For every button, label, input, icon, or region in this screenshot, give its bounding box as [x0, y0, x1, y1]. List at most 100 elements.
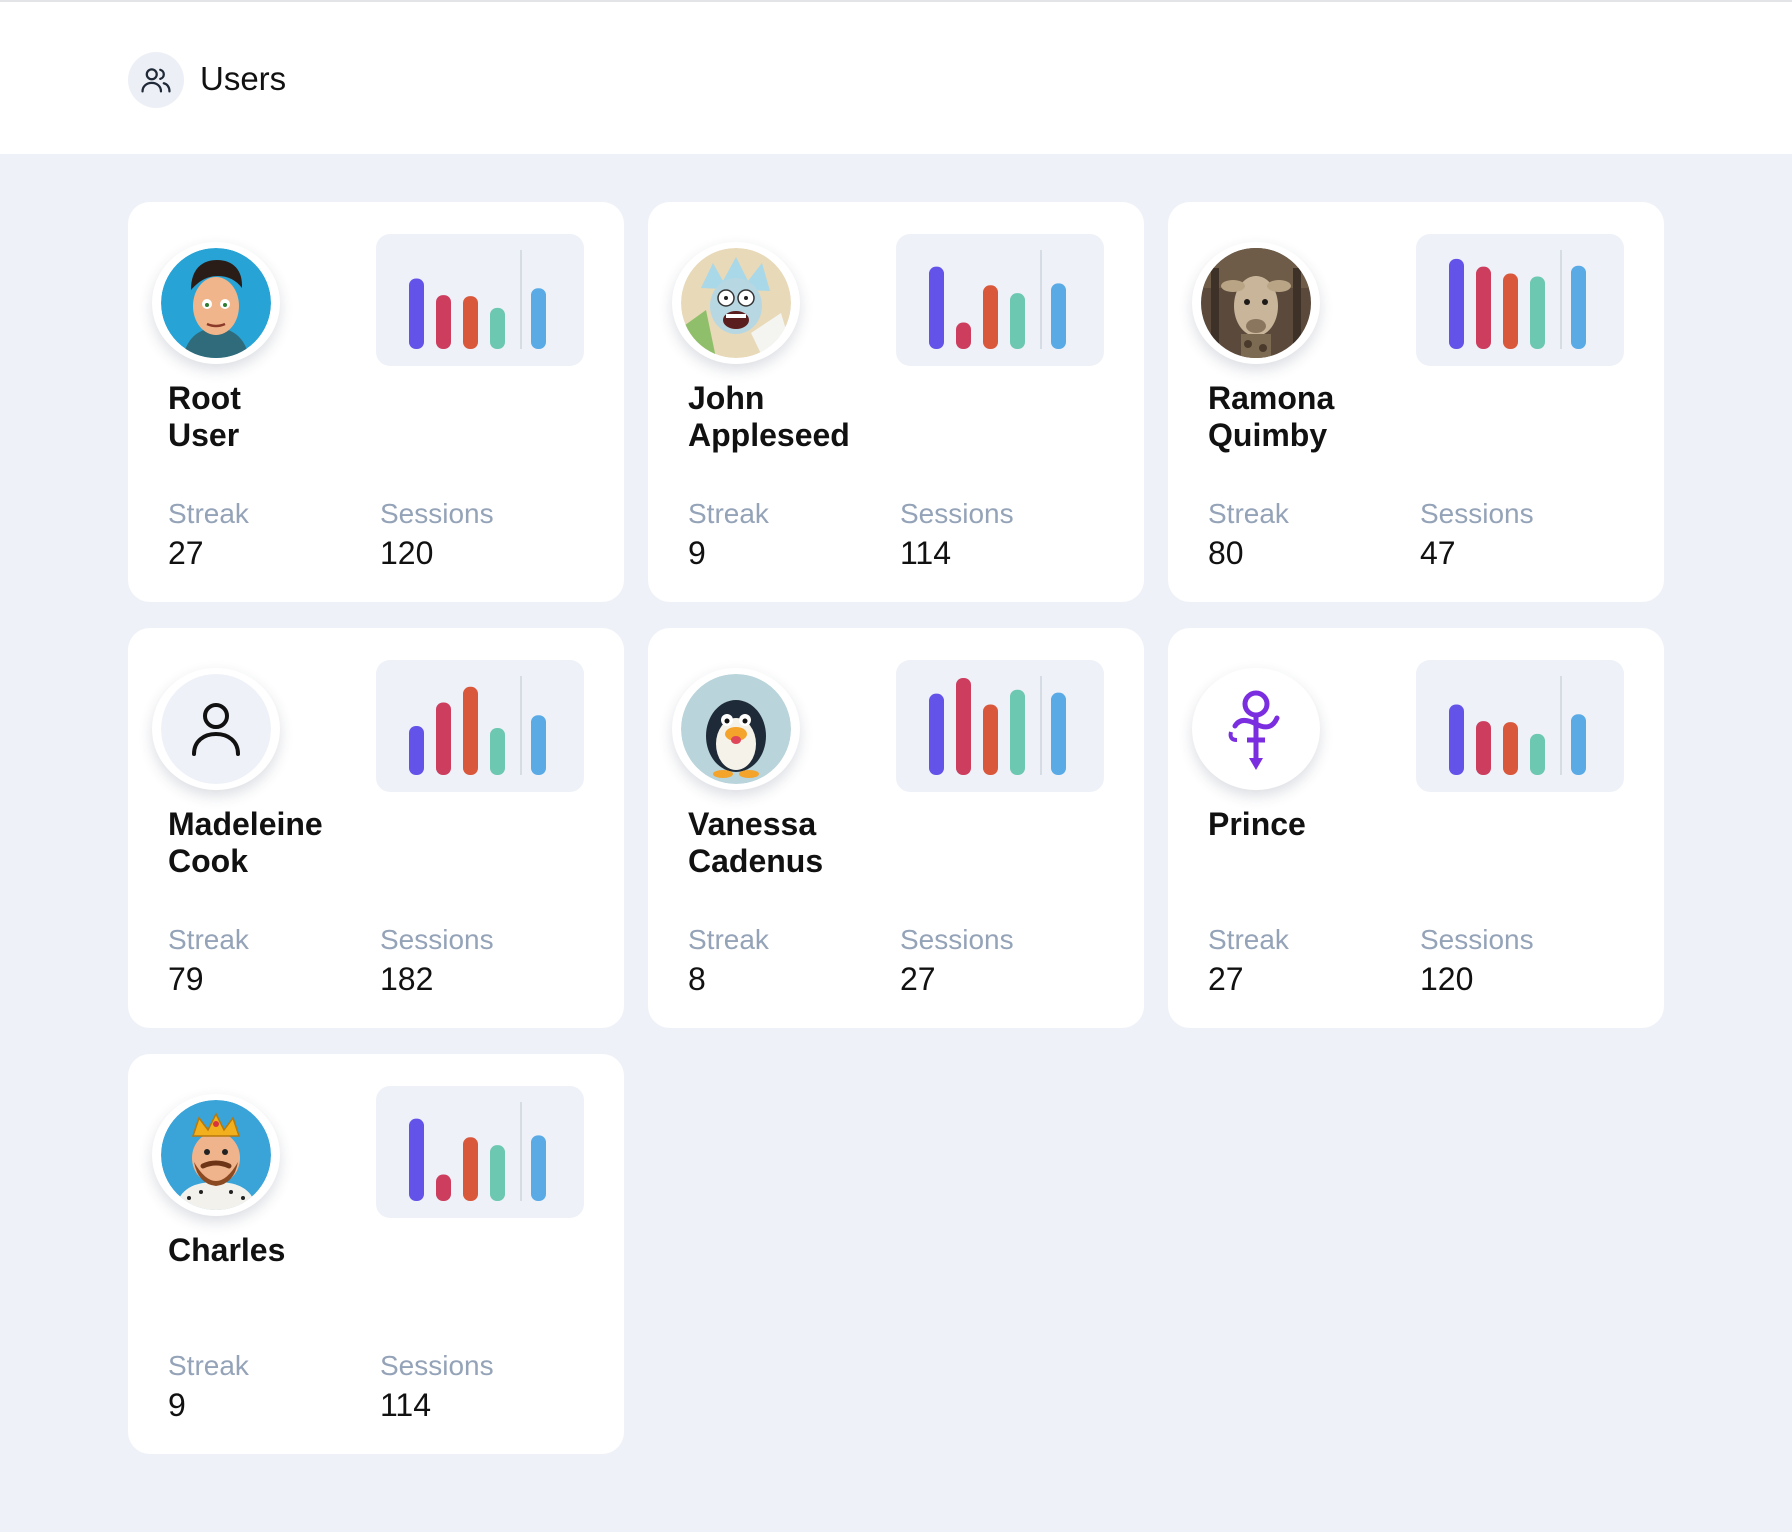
chart-bar — [436, 1174, 451, 1201]
chart-bar — [490, 307, 505, 349]
last-name: User — [168, 417, 240, 453]
avatar — [152, 668, 280, 790]
chart-bar — [983, 285, 998, 349]
user-name: Prince — [1208, 806, 1428, 843]
first-name: John — [688, 380, 765, 416]
avatar — [672, 242, 800, 364]
avatar — [1192, 242, 1320, 364]
love-symbol-icon — [1201, 674, 1311, 784]
chart-bar — [409, 1118, 424, 1201]
sessions-value: 27 — [900, 961, 936, 997]
sessions-label: Sessions — [900, 498, 1014, 529]
sessions-value: 182 — [380, 961, 434, 997]
user-name: Ramona Quimby — [1208, 380, 1428, 454]
user-name: Root User — [168, 380, 388, 454]
activity-chart — [1416, 234, 1624, 366]
avatar — [152, 242, 280, 364]
user-name: Vanessa Cadenus — [688, 806, 908, 880]
streak-label: Streak — [1208, 924, 1289, 955]
sessions-label: Sessions — [380, 498, 494, 529]
streak-value: 80 — [1208, 535, 1244, 571]
last-name: Appleseed — [688, 417, 850, 453]
chart-bar — [531, 1135, 546, 1201]
chart-bar — [436, 702, 451, 775]
user-name: Charles — [168, 1232, 388, 1269]
sessions-value: 114 — [380, 1387, 432, 1423]
chart-bar — [1503, 273, 1518, 349]
first-name: Ramona — [1208, 380, 1335, 416]
chart-bar — [463, 296, 478, 349]
sessions-label: Sessions — [1420, 924, 1534, 955]
streak-value: 27 — [1208, 961, 1244, 997]
user-card[interactable]: Madeleine Cook Streak 79 Sessions 182 — [128, 628, 624, 1028]
first-name: Prince — [1208, 806, 1306, 842]
chart-bar — [409, 278, 424, 349]
chart-bar — [490, 727, 505, 775]
last-name: Cook — [168, 843, 248, 879]
first-name: Madeleine — [168, 806, 323, 842]
page-title: Users — [200, 60, 287, 97]
streak-value: 8 — [688, 961, 706, 997]
activity-chart — [1416, 660, 1624, 792]
chart-bar — [531, 715, 546, 775]
sessions-value: 120 — [1420, 961, 1474, 997]
person-icon — [161, 674, 271, 784]
activity-chart — [896, 234, 1104, 366]
activity-chart — [896, 660, 1104, 792]
last-name: Quimby — [1208, 417, 1328, 453]
streak-label: Streak — [168, 498, 249, 529]
user-card[interactable]: Prince Streak 27 Sessions 120 — [1168, 628, 1664, 1028]
user-card[interactable]: Ramona Quimby Streak 80 Sessions 47 — [1168, 202, 1664, 602]
chart-bar — [1476, 721, 1491, 775]
chart-bar — [1530, 276, 1545, 349]
chart-bar — [1449, 258, 1464, 349]
sessions-label: Sessions — [380, 1350, 494, 1381]
first-name: Charles — [168, 1232, 286, 1268]
chart-bar — [929, 693, 944, 775]
last-name: Cadenus — [688, 843, 824, 879]
sessions-value: 114 — [900, 535, 952, 571]
avatar — [672, 668, 800, 790]
chart-bar — [1571, 265, 1586, 349]
avatar — [152, 1094, 280, 1216]
first-name: Vanessa — [688, 806, 817, 842]
chart-bar — [983, 704, 998, 775]
cartoon-man-avatar — [161, 248, 271, 358]
chart-bar — [490, 1145, 505, 1201]
streak-value: 9 — [168, 1387, 186, 1423]
streak-value: 9 — [688, 535, 706, 571]
chart-bar — [956, 677, 971, 775]
users-icon — [128, 52, 184, 108]
user-card[interactable]: Root User Streak 27 Sessions 120 — [128, 202, 624, 602]
chart-bar — [531, 288, 546, 349]
giraffe-photo-avatar — [1201, 248, 1311, 358]
chart-bar — [929, 266, 944, 349]
chart-bar — [1476, 266, 1491, 349]
streak-label: Streak — [168, 1350, 249, 1381]
streak-label: Streak — [688, 498, 769, 529]
avatar — [1192, 668, 1320, 790]
user-card[interactable]: Charles Streak 9 Sessions 114 — [128, 1054, 624, 1454]
streak-label: Streak — [1208, 498, 1289, 529]
streak-label: Streak — [688, 924, 769, 955]
chart-bar — [436, 295, 451, 349]
chart-bar — [1530, 733, 1545, 775]
user-card[interactable]: Vanessa Cadenus Streak 8 Sessions 27 — [648, 628, 1144, 1028]
king-avatar — [161, 1100, 271, 1210]
chart-bar — [409, 726, 424, 775]
cartoon-scientist-avatar — [681, 248, 791, 358]
chart-bar — [1051, 692, 1066, 775]
chart-bar — [1503, 722, 1518, 775]
chart-bar — [1571, 714, 1586, 775]
streak-value: 79 — [168, 961, 204, 997]
chart-bar — [1010, 293, 1025, 349]
activity-chart — [376, 1086, 584, 1218]
penguin-avatar — [681, 674, 791, 784]
sessions-value: 120 — [380, 535, 434, 571]
user-name: Madeleine Cook — [168, 806, 388, 880]
activity-chart — [376, 660, 584, 792]
streak-value: 27 — [168, 535, 204, 571]
chart-bar — [956, 322, 971, 349]
sessions-label: Sessions — [1420, 498, 1534, 529]
user-card[interactable]: John Appleseed Streak 9 Sessions 114 — [648, 202, 1144, 602]
